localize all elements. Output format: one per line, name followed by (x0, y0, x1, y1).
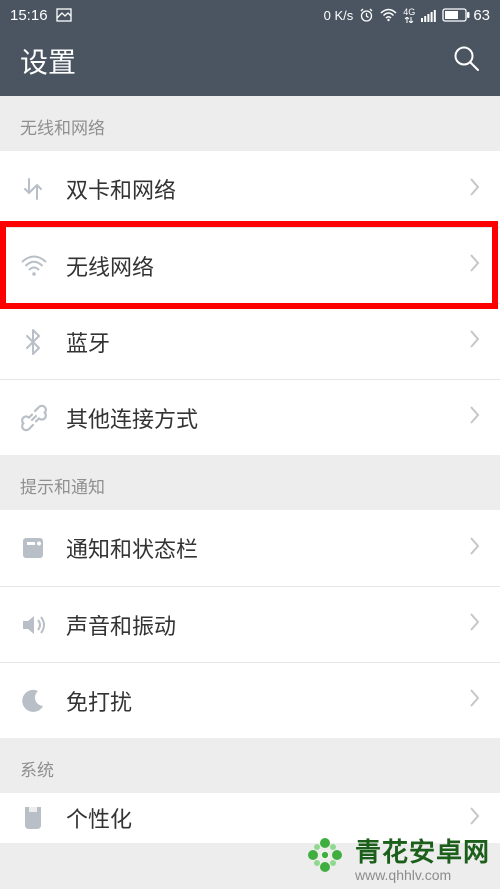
item-label: 其他连接方式 (66, 402, 469, 434)
status-net-speed: 0 K/s (324, 8, 354, 23)
watermark-logo-icon (303, 833, 347, 882)
item-wifi[interactable]: 无线网络 (0, 227, 500, 303)
section-header-notify: 提示和通知 (0, 455, 500, 510)
chevron-right-icon (469, 405, 480, 430)
chevron-right-icon (469, 253, 480, 278)
item-dnd[interactable]: 免打扰 (0, 662, 500, 738)
screen: 15:16 0 K/s 4G 63 (0, 0, 500, 889)
item-label: 无线网络 (66, 250, 469, 282)
watermark-brand: 青花安卓网 (355, 832, 490, 869)
watermark: 青花安卓网 www.qhhlv.com (303, 832, 490, 883)
link-icon (20, 404, 66, 432)
item-label: 免打扰 (66, 685, 469, 717)
item-other-conn[interactable]: 其他连接方式 (0, 379, 500, 455)
item-sound[interactable]: 声音和振动 (0, 586, 500, 662)
title-bar: 设置 (0, 30, 500, 96)
wifi-icon (20, 253, 66, 279)
search-button[interactable] (453, 45, 480, 77)
moon-icon (20, 688, 66, 714)
item-dual-sim[interactable]: 双卡和网络 (0, 151, 500, 227)
item-label: 个性化 (66, 802, 469, 834)
notification-icon (20, 535, 66, 561)
mobile-4g-icon: 4G (403, 8, 415, 23)
dual-sim-icon (20, 176, 66, 202)
list-wireless: 双卡和网络 无线网络 蓝牙 (0, 151, 500, 455)
section-header-wireless: 无线和网络 (0, 96, 500, 151)
personalize-icon (20, 805, 66, 831)
watermark-text: 青花安卓网 www.qhhlv.com (355, 832, 490, 883)
bluetooth-icon (20, 328, 66, 356)
chevron-right-icon (469, 806, 480, 831)
chevron-right-icon (469, 177, 480, 202)
wifi-icon (380, 8, 397, 22)
sound-icon (20, 612, 66, 638)
status-bar: 15:16 0 K/s 4G 63 (0, 0, 500, 30)
page-title: 设置 (20, 41, 76, 81)
screenshot-icon (56, 8, 72, 22)
watermark-url: www.qhhlv.com (355, 867, 451, 883)
item-label: 声音和振动 (66, 609, 469, 641)
item-label: 通知和状态栏 (66, 532, 469, 564)
list-notify: 通知和状态栏 声音和振动 免打扰 (0, 510, 500, 738)
signal-icon (421, 9, 436, 22)
item-notif[interactable]: 通知和状态栏 (0, 510, 500, 586)
battery-pct: 63 (473, 7, 490, 24)
status-time: 15:16 (10, 7, 48, 24)
chevron-right-icon (469, 612, 480, 637)
status-right: 0 K/s 4G 63 (324, 7, 490, 24)
chevron-right-icon (469, 329, 480, 354)
section-header-system: 系统 (0, 738, 500, 793)
item-label: 双卡和网络 (66, 173, 469, 205)
item-bluetooth[interactable]: 蓝牙 (0, 303, 500, 379)
alarm-icon (359, 8, 374, 23)
item-label: 蓝牙 (66, 326, 469, 358)
battery-icon: 63 (442, 7, 490, 24)
chevron-right-icon (469, 536, 480, 561)
chevron-right-icon (469, 688, 480, 713)
status-left: 15:16 (10, 7, 72, 24)
